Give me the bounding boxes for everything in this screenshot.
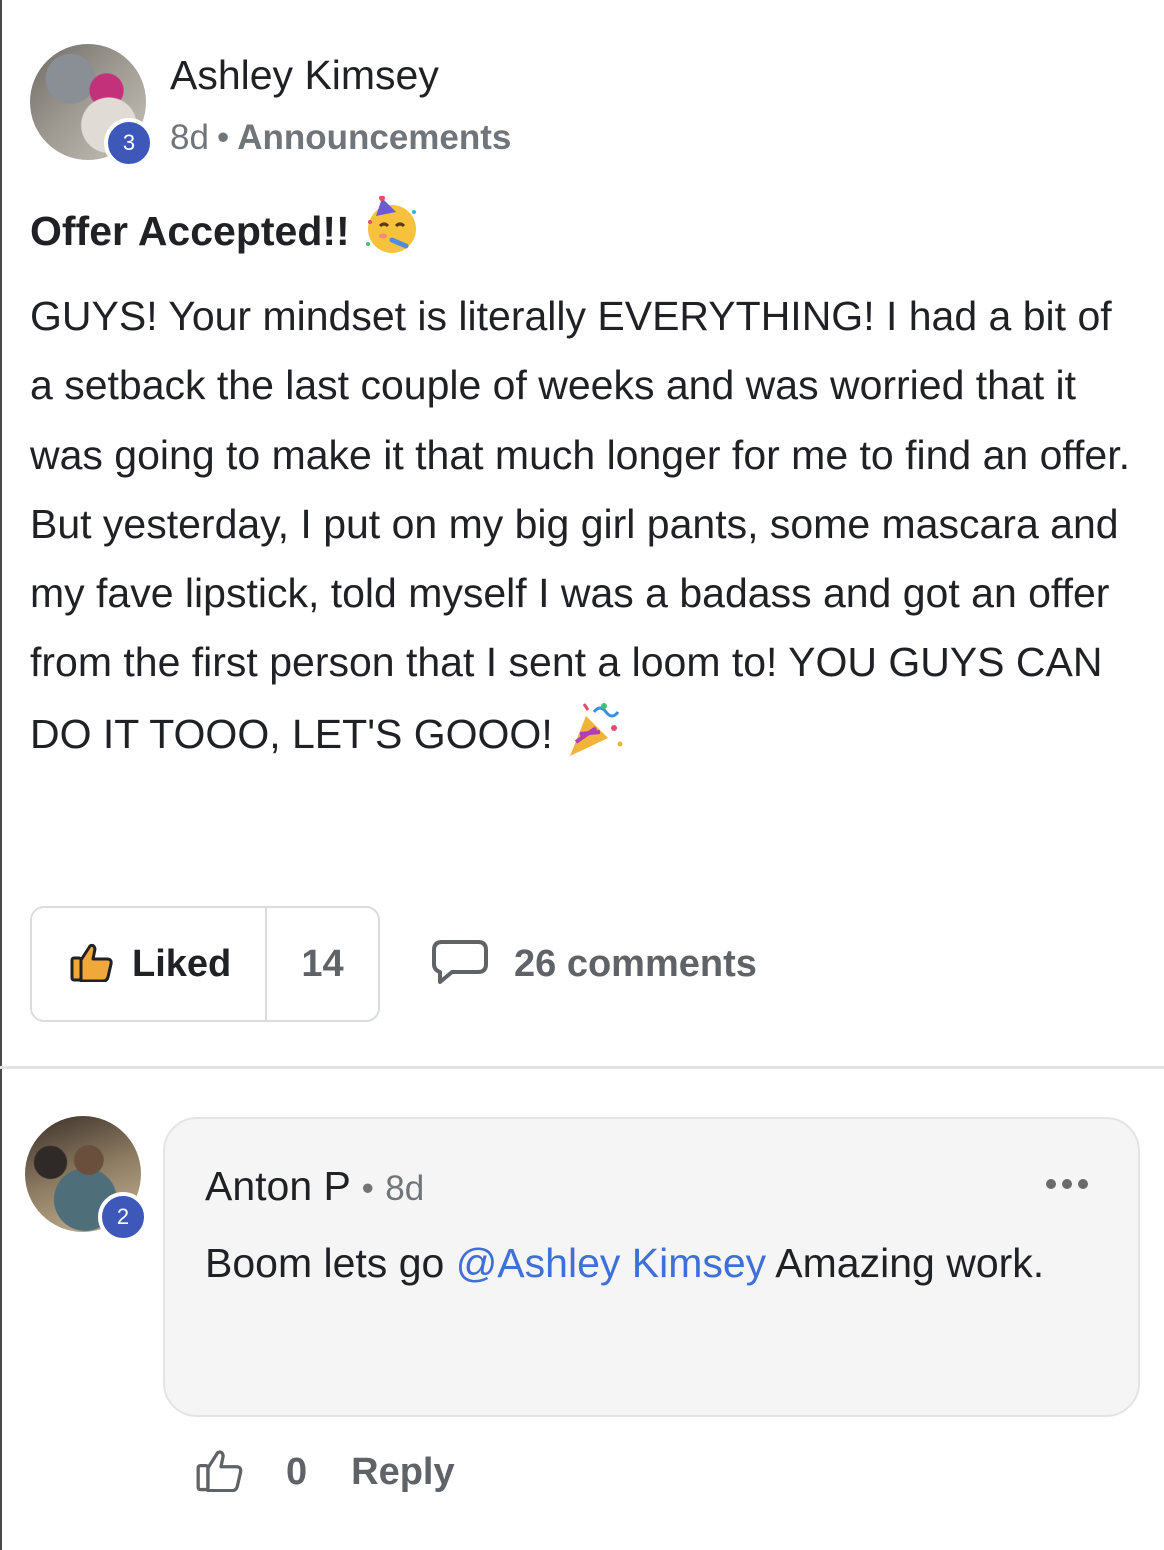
like-button[interactable]: Liked [32,908,267,1020]
comment-bubble: Anton P • 8d Boom lets go @Ashley Kimsey… [163,1117,1140,1417]
comment-text: Boom lets go @Ashley Kimsey Amazing work… [205,1229,1085,1298]
post-title-text: Offer Accepted!! [30,207,350,254]
mention-link[interactable]: @Ashley Kimsey [456,1240,766,1286]
post-time: 8d [170,118,209,157]
comment-time: 8d [385,1169,425,1208]
comment-actions: 0 Reply [196,1448,455,1497]
post-body: GUYS! Your mindset is literally EVERYTHI… [30,282,1130,781]
like-count[interactable]: 14 [267,908,378,1020]
reply-button[interactable]: Reply [351,1451,454,1494]
section-divider [0,1066,1164,1069]
post-title: Offer Accepted!! [30,195,422,266]
comment-text-after: Amazing work. [766,1240,1045,1286]
commenter-name[interactable]: Anton P [205,1163,350,1209]
post-category-link[interactable]: Announcements [237,118,511,157]
meta-separator: • [216,118,230,157]
partying-face-icon [362,195,422,266]
comments-label: 26 comments [514,943,757,985]
comment-header: Anton P • 8d [205,1163,424,1210]
commenter-level-badge: 2 [98,1192,148,1242]
thumbs-up-icon [70,942,116,987]
author-level-badge: 3 [104,118,154,168]
post-body-text: GUYS! Your mindset is literally EVERYTHI… [30,293,1131,757]
comment-like-icon[interactable] [196,1448,246,1497]
party-popper-icon [564,698,626,781]
comment-text-before: Boom lets go [205,1240,456,1286]
comments-button[interactable]: 26 comments [432,938,757,991]
comment-separator: • [361,1169,374,1208]
more-options-icon[interactable] [1046,1179,1088,1189]
post-meta: 8d • Announcements [170,118,511,158]
like-label: Liked [132,942,232,985]
comment-bubble-icon [432,938,488,991]
like-group: Liked 14 [30,906,380,1022]
comment-like-count: 0 [286,1451,308,1493]
author-level: 3 [122,130,136,155]
author-name[interactable]: Ashley Kimsey [170,52,439,99]
commenter-level: 2 [116,1204,130,1229]
screen-edge [0,0,2,1550]
